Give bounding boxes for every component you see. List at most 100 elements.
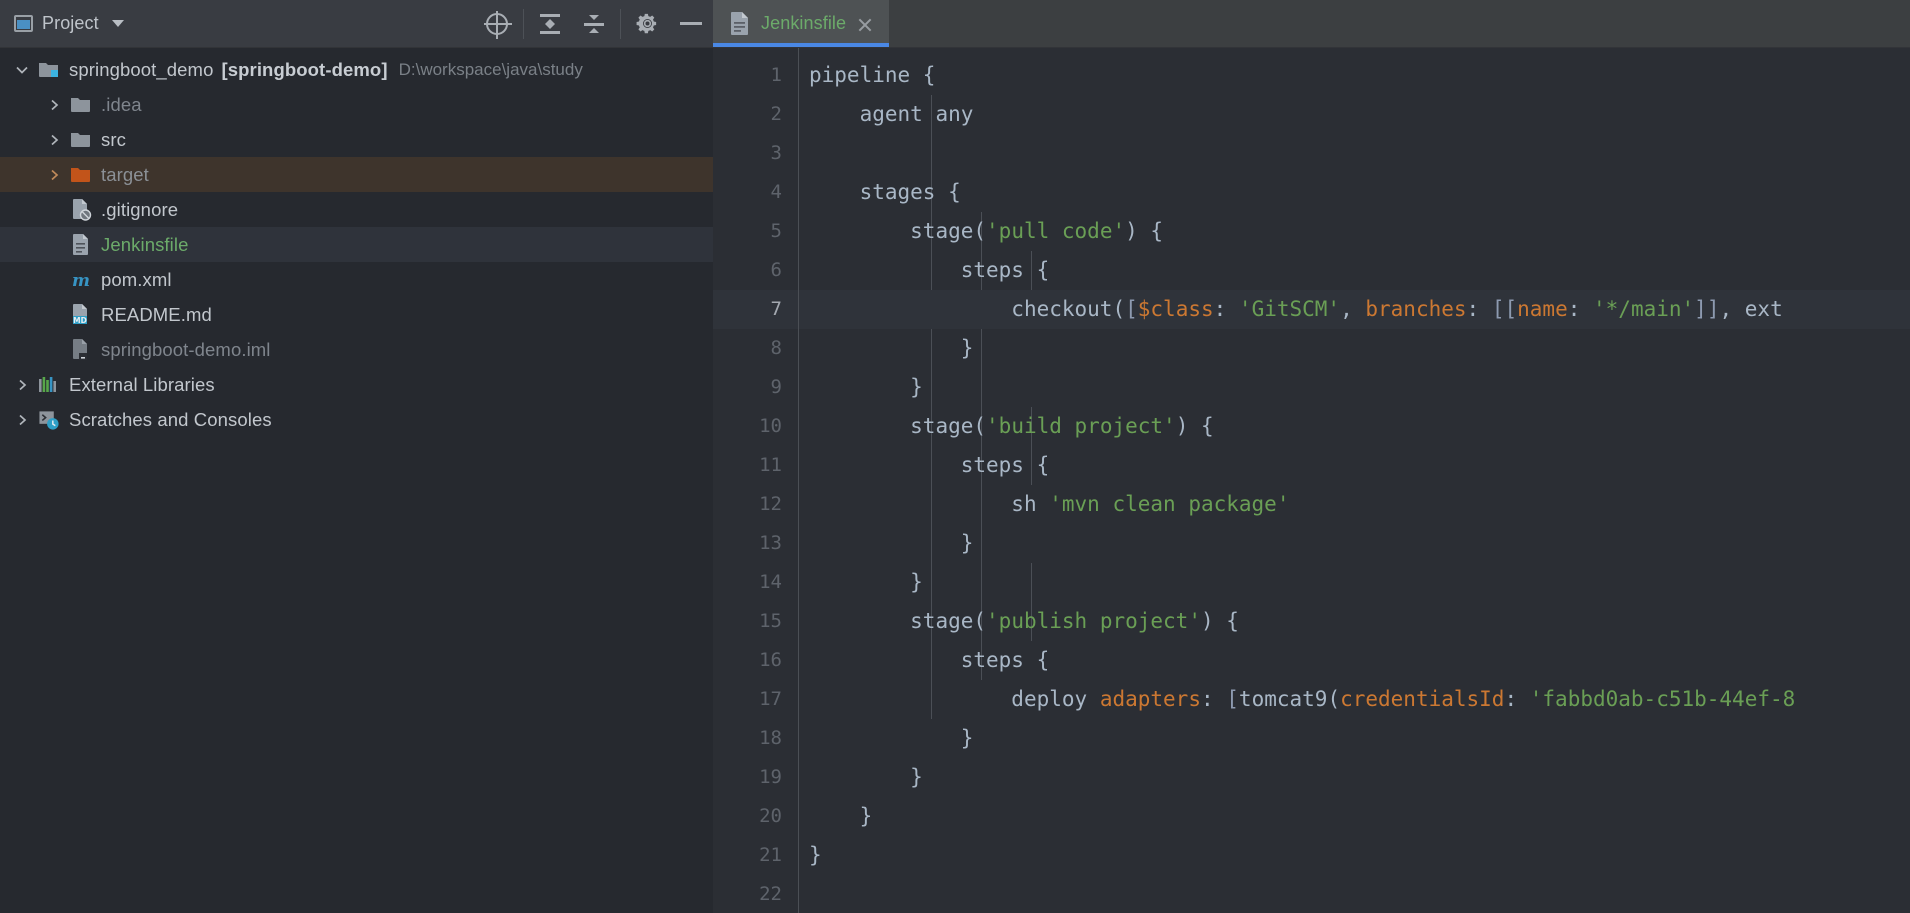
- line-number: 1: [770, 64, 782, 86]
- toolbar-separator-2: [620, 8, 621, 39]
- line-number: 15: [759, 610, 782, 632]
- tree-label-jenkinsfile: Jenkinsfile: [101, 233, 189, 255]
- line-number-gutter[interactable]: 1 2 3 4 5 6 7 8 9 10 11 12 13 14 15 16 17 18 19 20 21 22: [713, 48, 799, 913]
- select-opened-file-button[interactable]: [475, 0, 519, 48]
- code-line: }: [809, 804, 873, 828]
- chevron-down-icon[interactable]: [6, 63, 38, 77]
- code-line: stage('publish project') {: [910, 609, 1239, 633]
- code-line: checkout([$class: 'GitSCM', branches: [[…: [799, 290, 1910, 329]
- main-area: springboot_demo [springboot-demo] D:\wor…: [0, 48, 1910, 913]
- project-window-icon: [14, 15, 33, 32]
- code-line: sh 'mvn clean package': [1011, 492, 1290, 516]
- tree-label-external-libraries: External Libraries: [69, 373, 215, 395]
- tree-label-root: springboot_demo: [69, 58, 214, 80]
- tree-label-src: src: [101, 128, 126, 150]
- top-bar: Project Jenkinsfile: [0, 0, 1910, 48]
- tab-label: Jenkinsfile: [761, 13, 847, 33]
- tree-row-external-libraries[interactable]: External Libraries: [0, 367, 713, 402]
- line-number: 20: [759, 805, 782, 827]
- code-line: agent any: [859, 102, 974, 126]
- code-line: }: [809, 531, 974, 555]
- folder-icon: [70, 95, 92, 114]
- chevron-right-icon[interactable]: [38, 133, 70, 147]
- gitignore-file-icon: [70, 198, 92, 222]
- tree-row-src[interactable]: src: [0, 122, 713, 157]
- tree-label-idea: .idea: [101, 93, 142, 115]
- line-number: 9: [770, 376, 782, 398]
- line-number: 11: [759, 454, 782, 476]
- gear-icon: [636, 13, 656, 34]
- module-folder-icon: [38, 60, 60, 79]
- tree-label-iml: springboot-demo.iml: [101, 338, 271, 360]
- scratches-icon: [38, 409, 60, 431]
- code-line: }: [809, 726, 974, 750]
- chevron-down-icon[interactable]: [111, 20, 124, 27]
- code-line: pipeline {: [809, 63, 936, 87]
- line-number: 17: [759, 688, 782, 710]
- line-number: 19: [759, 766, 782, 788]
- svg-text:MD: MD: [73, 316, 87, 325]
- code-line: stage('build project') {: [910, 414, 1214, 438]
- tab-jenkinsfile[interactable]: Jenkinsfile: [713, 0, 890, 47]
- line-number: 22: [759, 883, 782, 905]
- expand-all-icon: [538, 12, 562, 36]
- project-toolwindow-title-group[interactable]: Project: [14, 13, 124, 34]
- tree-row-jenkinsfile[interactable]: Jenkinsfile: [0, 227, 713, 262]
- code-content[interactable]: pipeline { agent any stages { stage('pul…: [799, 48, 1910, 913]
- folder-orange-icon: [70, 165, 92, 184]
- settings-button[interactable]: [625, 0, 669, 48]
- ide-window: Project Jenkinsfile springboot_demo [spr…: [0, 0, 1910, 913]
- folder-icon: [70, 130, 92, 149]
- text-file-icon: [70, 233, 92, 257]
- toolbar-separator: [523, 8, 524, 39]
- chevron-right-icon[interactable]: [38, 98, 70, 112]
- code-editor[interactable]: 1 2 3 4 5 6 7 8 9 10 11 12 13 14 15 16 17 18 19 20 21 22 pipe…: [713, 48, 1910, 913]
- tree-row-pom[interactable]: m pom.xml: [0, 262, 713, 297]
- tree-row-readme[interactable]: MD README.md: [0, 297, 713, 332]
- tree-row-root[interactable]: springboot_demo [springboot-demo] D:\wor…: [0, 52, 713, 87]
- line-number: 16: [759, 649, 782, 671]
- line-number: 4: [770, 181, 782, 203]
- chevron-right-icon[interactable]: [38, 168, 70, 182]
- line-number: 14: [759, 571, 782, 593]
- code-line: }: [809, 765, 923, 789]
- expand-all-button[interactable]: [528, 0, 572, 48]
- tree-row-gitignore[interactable]: .gitignore: [0, 192, 713, 227]
- code-line: steps {: [960, 453, 1050, 477]
- chevron-right-icon[interactable]: [6, 378, 38, 392]
- collapse-all-button[interactable]: [572, 0, 616, 48]
- tree-label-root-path: D:\workspace\java\study: [398, 59, 583, 79]
- line-number: 13: [759, 532, 782, 554]
- project-toolwindow-title: Project: [42, 13, 99, 33]
- tree-row-idea[interactable]: .idea: [0, 87, 713, 122]
- file-icon: [731, 12, 748, 35]
- hide-toolwindow-button[interactable]: [669, 0, 713, 48]
- tree-row-target[interactable]: target: [0, 157, 713, 192]
- iml-file-icon: [70, 338, 92, 362]
- tree-label-pom: pom.xml: [101, 268, 172, 290]
- tree-row-iml[interactable]: springboot-demo.iml: [0, 332, 713, 367]
- tree-row-scratches[interactable]: Scratches and Consoles: [0, 402, 713, 437]
- code-line: }: [809, 843, 822, 867]
- tree-label-gitignore: .gitignore: [101, 198, 179, 220]
- locate-crosshair-icon: [484, 10, 512, 39]
- maven-icon: m: [70, 269, 92, 291]
- minus-icon: [680, 22, 702, 25]
- code-line: }: [809, 375, 923, 399]
- toolwindow-actions: [475, 0, 713, 47]
- line-number: 8: [770, 337, 782, 359]
- code-line: steps {: [960, 648, 1050, 672]
- chevron-right-icon[interactable]: [6, 413, 38, 427]
- close-icon[interactable]: [856, 15, 874, 33]
- line-number: 3: [770, 142, 782, 164]
- code-line: }: [809, 570, 923, 594]
- tree-label-scratches: Scratches and Consoles: [69, 408, 272, 430]
- tree-label-target: target: [101, 163, 149, 185]
- line-number: 5: [770, 220, 782, 242]
- line-number: 7: [713, 290, 798, 329]
- line-number: 6: [770, 259, 782, 281]
- line-number: 12: [759, 493, 782, 515]
- code-line: stages {: [859, 180, 961, 204]
- tree-label-readme: README.md: [101, 303, 212, 325]
